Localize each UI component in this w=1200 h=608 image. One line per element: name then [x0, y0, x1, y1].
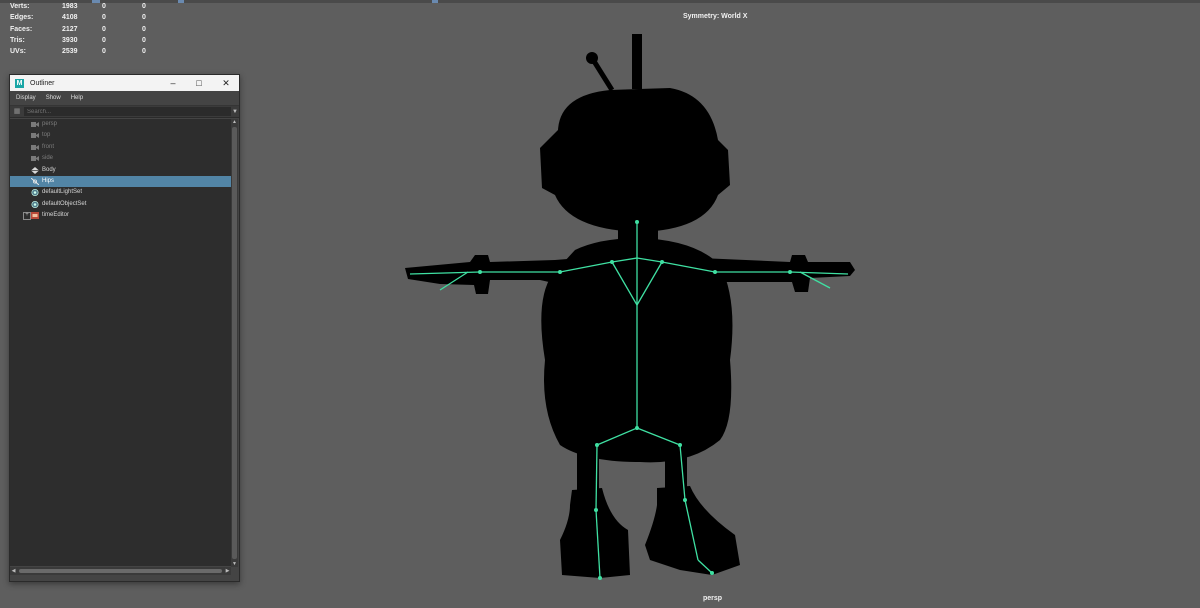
scrollbar-thumb[interactable] — [232, 127, 237, 559]
outliner-titlebar[interactable]: M Outliner – □ ✕ — [10, 75, 239, 91]
robot-silhouette — [405, 34, 855, 578]
joint-icon — [31, 177, 39, 185]
camera-icon — [31, 122, 39, 127]
hud-value: 4108 — [62, 14, 78, 22]
tree-item-defaultobjectset[interactable]: defaultObjectSet — [10, 199, 231, 210]
antenna-stick — [632, 34, 642, 89]
scroll-down-icon[interactable]: ▼ — [231, 561, 238, 567]
tree-item-label: Body — [42, 166, 56, 173]
time-editor-icon — [31, 212, 39, 220]
expand-icon[interactable]: + — [23, 212, 31, 221]
hud-row-edges: Edges: 4108 0 0 — [10, 12, 162, 23]
hud-value: 0 — [102, 3, 106, 10]
head — [540, 88, 730, 232]
camera-icon — [31, 133, 39, 139]
scroll-left-icon[interactable]: ◀ — [10, 567, 17, 575]
maximize-icon[interactable]: □ — [186, 75, 212, 91]
hud-value: 0 — [142, 36, 146, 44]
outliner-window[interactable]: M Outliner – □ ✕ Display Show Help ▦ ▼ p… — [9, 74, 240, 582]
hud-value: 0 — [102, 25, 106, 33]
tree-item-side[interactable]: side — [10, 153, 231, 164]
outliner-title: Outliner — [30, 79, 55, 87]
hud-value: 0 — [102, 48, 106, 56]
minimize-icon[interactable]: – — [160, 75, 186, 91]
symmetry-label: Symmetry: World X — [683, 13, 748, 20]
tree-item-hips[interactable]: Hips — [10, 175, 231, 188]
scroll-up-icon[interactable]: ▲ — [231, 119, 238, 125]
hud-value: 0 — [102, 36, 106, 44]
right-foot — [645, 486, 740, 575]
outliner-menubar: Display Show Help — [10, 91, 239, 105]
hud-value: 0 — [102, 14, 106, 22]
hud-value: 1983 — [62, 3, 78, 10]
hud-row-uvs: UVs: 2539 0 0 — [10, 46, 162, 57]
set-icon — [31, 200, 39, 208]
hud-value: 0 — [142, 3, 146, 10]
vertical-scrollbar[interactable]: ▲ ▼ — [231, 119, 238, 567]
filter-icon[interactable]: ▦ — [10, 106, 24, 117]
hud-row-tris: Tris: 3930 0 0 — [10, 35, 162, 46]
tree-item-top[interactable]: top — [10, 130, 231, 141]
hud-value: 0 — [142, 25, 146, 33]
tree-item-timeeditor[interactable]: + timeEditor — [10, 210, 231, 221]
hud-row-faces: Faces: 2127 0 0 — [10, 24, 162, 35]
tree-item-label: defaultLightSet — [42, 189, 83, 196]
outliner-tree[interactable]: persp top front side Body Hips defaultLi… — [10, 119, 231, 566]
tree-item-label: defaultObjectSet — [42, 200, 87, 207]
maya-logo-icon: M — [15, 78, 24, 88]
scrollbar-thumb[interactable] — [19, 569, 222, 573]
hud-value: 0 — [142, 48, 146, 56]
tree-item-label: timeEditor — [42, 212, 70, 219]
poly-count-hud: Verts: 1983 0 0 Edges: 4108 0 0 Faces: 2… — [10, 1, 162, 57]
tree-item-label: side — [42, 155, 54, 162]
tree-item-body[interactable]: Body — [10, 165, 231, 176]
tree-item-label: top — [42, 132, 51, 139]
set-icon — [31, 189, 39, 197]
search-input[interactable] — [24, 107, 231, 116]
menu-help[interactable]: Help — [71, 95, 83, 101]
hud-label: Tris: — [10, 36, 25, 44]
mesh-icon — [31, 166, 39, 174]
camera-label: persp — [703, 595, 723, 602]
hud-row-verts: Verts: 1983 0 0 — [10, 1, 162, 12]
hud-value: 3930 — [62, 36, 78, 44]
hud-label: Faces: — [10, 25, 33, 33]
camera-icon — [31, 156, 39, 162]
camera-icon — [31, 144, 39, 150]
hud-label: Edges: — [10, 14, 34, 22]
horizontal-scrollbar[interactable]: ◀ ▶ — [10, 567, 231, 575]
tree-item-front[interactable]: front — [10, 142, 231, 153]
antenna-ball — [586, 52, 598, 64]
tree-item-label: front — [42, 143, 55, 150]
tree-item-label: Hips — [42, 177, 55, 184]
hud-value: 2127 — [62, 25, 78, 33]
menu-display[interactable]: Display — [16, 95, 36, 101]
scroll-right-icon[interactable]: ▶ — [224, 567, 231, 575]
left-foot — [560, 488, 630, 578]
hud-value: 0 — [142, 14, 146, 22]
tree-item-persp[interactable]: persp — [10, 119, 231, 130]
tree-item-label: persp — [42, 121, 58, 127]
outliner-search-row: ▦ ▼ — [10, 105, 239, 118]
close-icon[interactable]: ✕ — [213, 75, 239, 91]
tree-item-defaultlightset[interactable]: defaultLightSet — [10, 187, 231, 198]
hud-value: 2539 — [62, 48, 78, 56]
chevron-down-icon[interactable]: ▼ — [231, 109, 239, 115]
menu-show[interactable]: Show — [46, 95, 61, 101]
hud-label: UVs: — [10, 48, 26, 56]
hud-label: Verts: — [10, 3, 30, 10]
